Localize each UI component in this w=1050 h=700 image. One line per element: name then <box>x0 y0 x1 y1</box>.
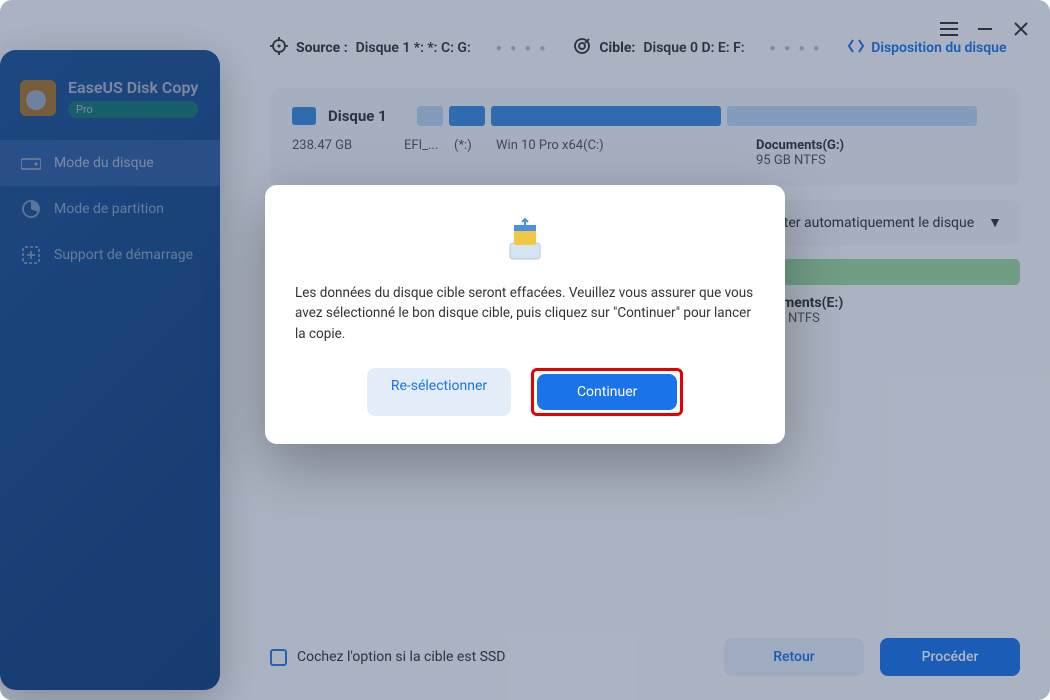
erase-disk-icon <box>500 215 550 265</box>
modal-buttons: Re-sélectionner Continuer <box>295 368 755 416</box>
app-window: EaseUS Disk Copy Pro Mode du disque Mode… <box>0 0 1050 700</box>
reselect-button[interactable]: Re-sélectionner <box>367 368 511 416</box>
confirm-modal: Les données du disque cible seront effac… <box>265 185 785 444</box>
continue-button[interactable]: Continuer <box>537 374 677 410</box>
continue-highlight: Continuer <box>531 368 683 416</box>
modal-message: Les données du disque cible seront effac… <box>295 283 755 344</box>
